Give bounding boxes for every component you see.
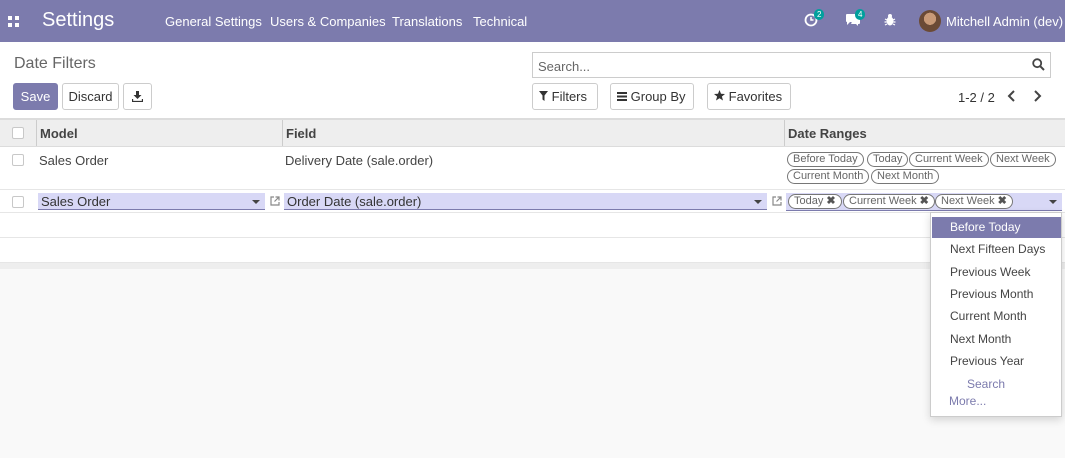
search-input[interactable]: [538, 59, 1018, 74]
row-checkbox[interactable]: [12, 154, 24, 166]
row-model-cell[interactable]: Sales Order: [39, 153, 108, 168]
column-header-date-ranges[interactable]: Date Ranges: [788, 126, 867, 141]
favorites-label: Favorites: [728, 89, 783, 104]
field-select[interactable]: Order Date (sale.order): [284, 193, 767, 210]
external-link-icon[interactable]: [772, 196, 782, 206]
chevron-down-icon[interactable]: [1049, 200, 1057, 204]
external-link-icon[interactable]: [270, 196, 280, 206]
column-header-model[interactable]: Model: [40, 126, 78, 141]
pager-next-icon[interactable]: [1032, 90, 1042, 102]
pager-previous-icon[interactable]: [1007, 90, 1017, 102]
tag-label: Today: [794, 195, 824, 207]
menu-technical[interactable]: Technical: [473, 14, 527, 29]
filters-button[interactable]: Filters: [532, 83, 598, 110]
dropdown-option[interactable]: Previous Week: [932, 262, 1061, 283]
table-footer: [0, 263, 1065, 269]
dropdown-option[interactable]: Before Today: [932, 217, 1061, 238]
row-field-cell[interactable]: Delivery Date (sale.order): [285, 153, 433, 168]
chevron-down-icon[interactable]: [754, 200, 762, 204]
dropdown-option[interactable]: Previous Year: [932, 351, 1061, 372]
apps-menu-icon[interactable]: [8, 16, 19, 27]
date-range-tag-editable[interactable]: Today ✖: [788, 194, 842, 209]
date-range-tag: Before Today: [787, 152, 864, 167]
date-range-tag: Current Month: [787, 169, 870, 184]
table-header: [0, 119, 1065, 147]
tag-label: Next Week: [941, 195, 995, 207]
dropdown-more-link[interactable]: More...: [949, 394, 986, 408]
table-empty-row: [0, 213, 1065, 238]
column-divider: [282, 120, 283, 146]
group-by-label: Group By: [630, 89, 686, 104]
row-date-ranges-cell[interactable]: Before Today Today Current Week Next Wee…: [787, 152, 1062, 188]
dropdown-option[interactable]: Previous Month: [932, 284, 1061, 305]
breadcrumb: Date Filters: [14, 55, 96, 72]
dropdown-option[interactable]: Current Month: [932, 306, 1061, 327]
favorites-button[interactable]: Favorites: [707, 83, 791, 110]
download-icon: [131, 91, 144, 103]
group-by-button[interactable]: Group By: [610, 83, 694, 110]
group-by-bars-icon: [617, 92, 627, 101]
column-divider: [784, 120, 785, 146]
favorites-star-icon: [714, 90, 725, 101]
activity-clock-icon[interactable]: 2: [804, 9, 825, 29]
chevron-down-icon[interactable]: [252, 200, 260, 204]
filters-label: Filters: [551, 89, 588, 104]
column-header-field[interactable]: Field: [286, 126, 316, 141]
messages-chat-icon[interactable]: 4: [845, 9, 866, 29]
remove-tag-icon[interactable]: ✖: [920, 195, 929, 207]
debug-bug-icon[interactable]: [884, 13, 900, 29]
discard-button[interactable]: Discard: [62, 83, 119, 110]
date-range-tag: Current Week: [909, 152, 989, 167]
tag-label: Current Week: [849, 195, 917, 207]
row-checkbox[interactable]: [12, 196, 24, 208]
user-menu-name[interactable]: Mitchell Admin (dev): [946, 14, 1063, 29]
user-avatar[interactable]: [919, 10, 941, 32]
autocomplete-dropdown: Before Today Next Fifteen Days Previous …: [930, 212, 1062, 417]
export-button[interactable]: [123, 83, 152, 110]
filter-funnel-icon: [539, 91, 548, 101]
dropdown-search-link[interactable]: Search: [967, 377, 1005, 391]
date-range-tag: Today: [867, 152, 909, 167]
menu-general-settings[interactable]: General Settings: [165, 14, 262, 29]
date-range-tag-editable[interactable]: Next Week ✖: [935, 194, 1013, 209]
top-navbar: [0, 0, 1065, 42]
dropdown-option[interactable]: Next Fifteen Days: [932, 239, 1061, 260]
remove-tag-icon[interactable]: ✖: [826, 195, 835, 207]
model-select[interactable]: Sales Order: [38, 193, 265, 210]
pager-value[interactable]: 1-2 / 2: [958, 90, 995, 105]
save-button[interactable]: Save: [13, 83, 58, 110]
select-all-checkbox[interactable]: [12, 127, 24, 139]
menu-translations[interactable]: Translations: [392, 14, 462, 29]
menu-users-companies[interactable]: Users & Companies: [270, 14, 386, 29]
column-divider: [36, 120, 37, 146]
field-select-value: Order Date (sale.order): [287, 194, 422, 209]
model-select-value: Sales Order: [41, 194, 111, 209]
search-icon[interactable]: [1032, 58, 1045, 71]
app-title[interactable]: Settings: [42, 9, 114, 32]
date-ranges-many2many-input[interactable]: Today ✖ Current Week ✖ Next Week ✖: [786, 193, 1062, 211]
dropdown-option[interactable]: Next Month: [932, 329, 1061, 350]
search-box: [532, 52, 1051, 78]
date-range-tag-editable[interactable]: Current Week ✖: [843, 194, 935, 209]
date-range-tag: Next Week: [990, 152, 1056, 167]
table-empty-row: [0, 238, 1065, 263]
remove-tag-icon[interactable]: ✖: [998, 195, 1007, 207]
date-range-tag: Next Month: [871, 169, 940, 184]
